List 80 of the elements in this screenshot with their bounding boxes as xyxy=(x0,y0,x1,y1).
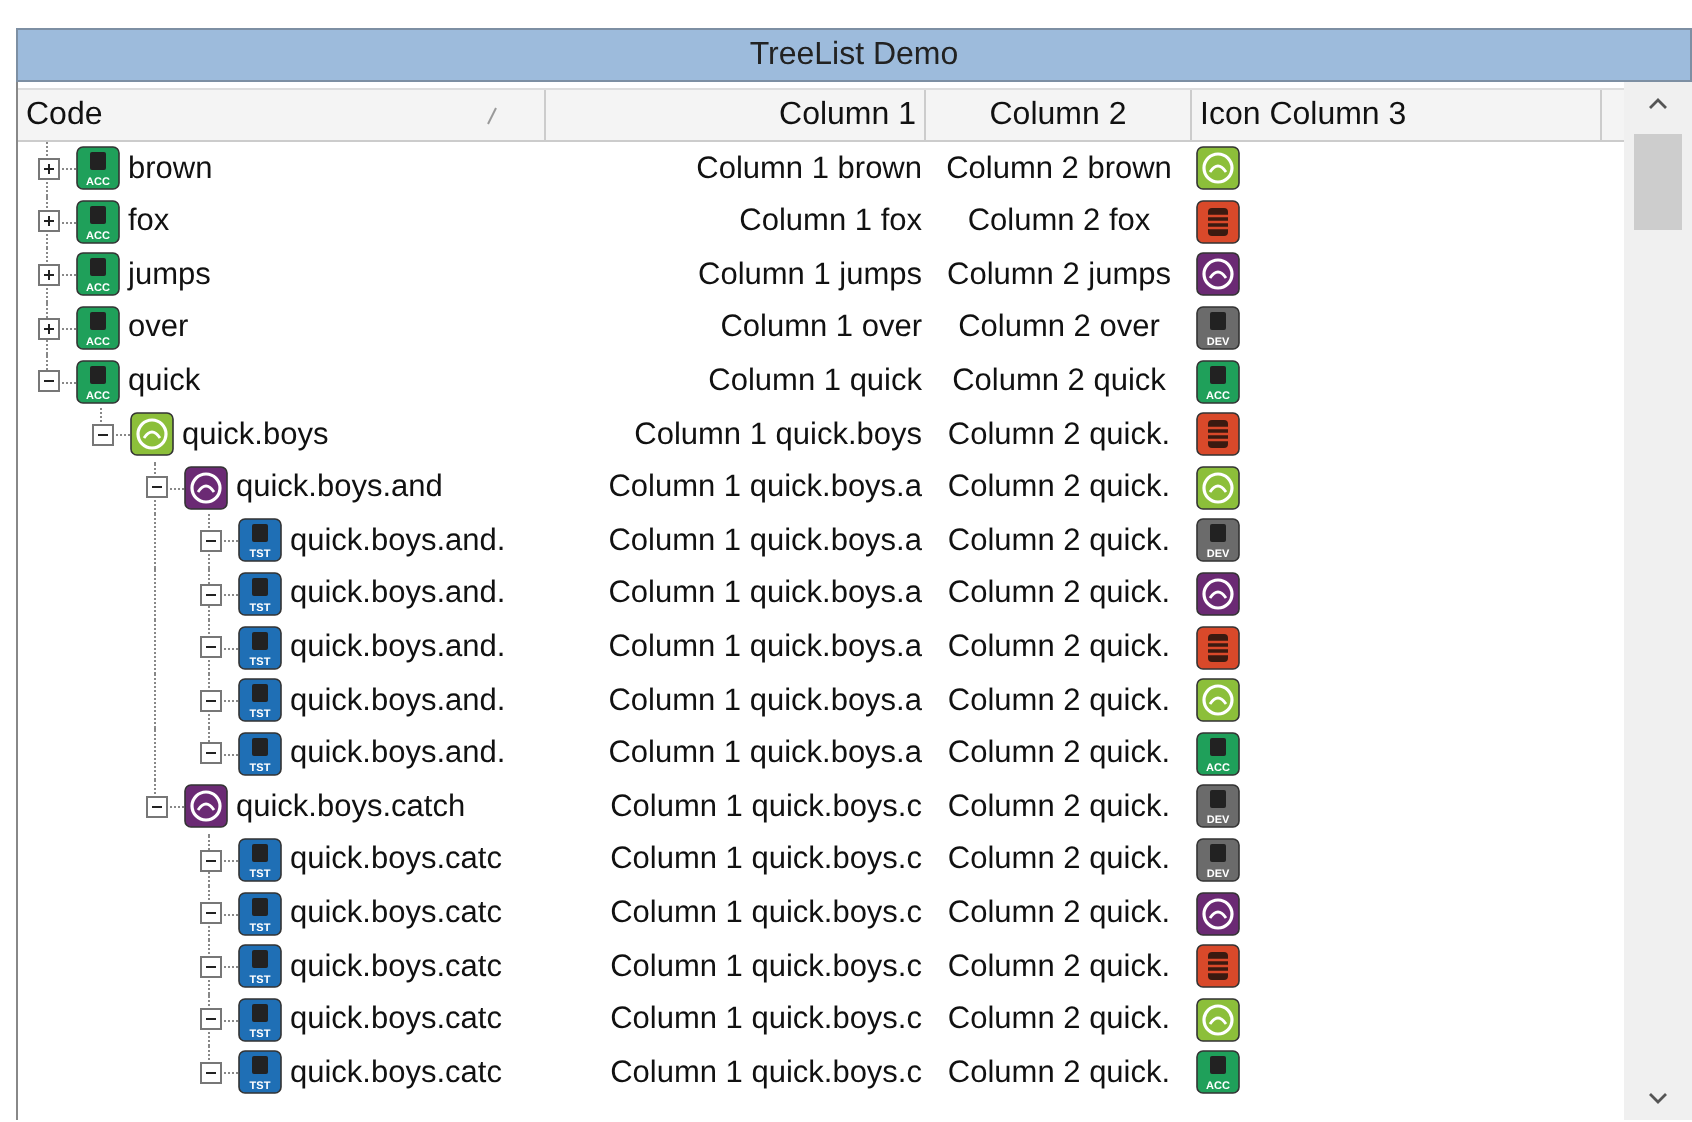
code-text[interactable]: quick.boys.and. xyxy=(290,570,506,618)
column-header[interactable]: Icon Column 3 xyxy=(1192,90,1602,140)
collapse-toggle[interactable] xyxy=(200,689,222,712)
code-text[interactable]: quick.boys.catc xyxy=(290,1049,502,1097)
table-cell: Column 1 jumps xyxy=(698,257,922,292)
table-cell: Column 1 quick.boys.c xyxy=(610,1002,922,1037)
table-cell: Column 2 quick. xyxy=(947,576,1171,611)
code-text[interactable]: quick.boys.and. xyxy=(290,624,506,671)
table-cell: Column 1 quick.boys.c xyxy=(610,842,922,877)
table-cell: Column 1 quick.boys.c xyxy=(610,1055,922,1090)
collapse-toggle[interactable] xyxy=(200,955,222,978)
code-text[interactable]: quick.boys.and. xyxy=(290,517,506,565)
collapse-toggle[interactable] xyxy=(146,476,168,499)
collapse-toggle[interactable] xyxy=(200,742,222,765)
table-cell: Column 1 quick.boys.a xyxy=(608,523,922,558)
expand-toggle[interactable] xyxy=(38,317,60,340)
code-text[interactable]: quick xyxy=(128,358,201,405)
code-text[interactable]: fox xyxy=(128,198,170,246)
scroll-down-icon[interactable] xyxy=(1648,1092,1668,1104)
table-cell: Column 2 quick xyxy=(952,364,1166,399)
table-cell: Column 1 quick.boys.a xyxy=(608,576,922,611)
table-cell: Column 2 quick. xyxy=(947,949,1171,984)
collapse-toggle[interactable] xyxy=(200,1061,222,1084)
code-text[interactable]: quick.boys.catc xyxy=(290,889,502,937)
collapse-toggle[interactable] xyxy=(92,423,114,446)
table-cell: Column 1 quick.boys.a xyxy=(608,470,922,505)
code-text[interactable]: quick.boys.catch xyxy=(236,783,466,831)
table-cell: Column 1 fox xyxy=(739,204,922,239)
table-cell: Column 2 quick. xyxy=(947,1055,1171,1090)
column-header[interactable]: Column 1 xyxy=(546,90,926,140)
collapse-toggle[interactable] xyxy=(200,583,222,606)
table-cell: Column 2 quick. xyxy=(947,417,1171,452)
table-cell: Column 2 jumps xyxy=(947,257,1171,292)
code-text[interactable]: quick.boys.catc xyxy=(290,943,502,990)
code-text[interactable]: quick.boys.and xyxy=(236,464,443,511)
code-text[interactable]: quick.boys.catc xyxy=(290,996,502,1043)
table-cell: Column 2 quick. xyxy=(947,523,1171,558)
collapse-toggle[interactable] xyxy=(200,1008,222,1031)
column-header[interactable]: Code xyxy=(18,90,546,140)
table-cell: Column 1 quick.boys.a xyxy=(608,630,922,665)
table-cell: Column 2 quick. xyxy=(947,683,1171,718)
table-cell: Column 1 quick.boys.c xyxy=(610,949,922,984)
table-cell: Column 2 quick. xyxy=(947,470,1171,505)
code-text[interactable]: quick.boys.and. xyxy=(290,677,506,724)
table-cell: Column 2 quick. xyxy=(947,736,1171,771)
code-text[interactable]: quick.boys xyxy=(182,411,329,458)
code-text[interactable]: over xyxy=(128,304,189,352)
table-cell: Column 2 over xyxy=(958,310,1160,345)
table-cell: Column 1 quick xyxy=(708,364,922,399)
table-cell: Column 1 quick.boys.c xyxy=(610,789,922,824)
table-cell: Column 1 over xyxy=(720,310,922,345)
table-cell: Column 2 quick. xyxy=(947,1002,1171,1037)
column-header[interactable]: Column 2 xyxy=(926,90,1192,140)
expand-toggle[interactable] xyxy=(38,157,60,180)
table-cell: Column 1 brown xyxy=(696,151,922,186)
expand-toggle[interactable] xyxy=(38,263,60,286)
table-cell: Column 2 quick. xyxy=(947,842,1171,877)
table-cell: Column 2 brown xyxy=(946,151,1172,186)
collapse-toggle[interactable] xyxy=(146,795,168,818)
collapse-toggle[interactable] xyxy=(38,370,60,393)
expand-toggle[interactable] xyxy=(38,210,60,233)
table-cell: Column 1 quick.boys.a xyxy=(608,683,922,718)
table-cell: Column 1 quick.boys.a xyxy=(608,736,922,771)
code-text[interactable]: brown xyxy=(128,145,213,192)
code-text[interactable]: quick.boys.and. xyxy=(290,730,506,777)
collapse-toggle[interactable] xyxy=(200,849,222,872)
collapse-toggle[interactable] xyxy=(200,529,222,552)
table-cell: Column 2 fox xyxy=(967,204,1151,239)
table-cell: Column 2 quick. xyxy=(947,789,1171,824)
table-cell: Column 2 quick. xyxy=(947,895,1171,930)
collapse-toggle[interactable] xyxy=(200,902,222,925)
scrollbar-thumb[interactable] xyxy=(1634,134,1682,230)
table-cell: Column 1 quick.boys xyxy=(634,417,922,452)
table-cell: Column 1 quick.boys.c xyxy=(610,895,922,930)
code-text[interactable]: quick.boys.catc xyxy=(290,836,502,884)
code-text[interactable]: jumps xyxy=(128,251,211,299)
scroll-up-icon[interactable] xyxy=(1648,98,1668,110)
collapse-toggle[interactable] xyxy=(200,636,222,659)
table-cell: Column 2 quick. xyxy=(947,630,1171,665)
window-title: TreeList Demo xyxy=(16,28,1692,82)
